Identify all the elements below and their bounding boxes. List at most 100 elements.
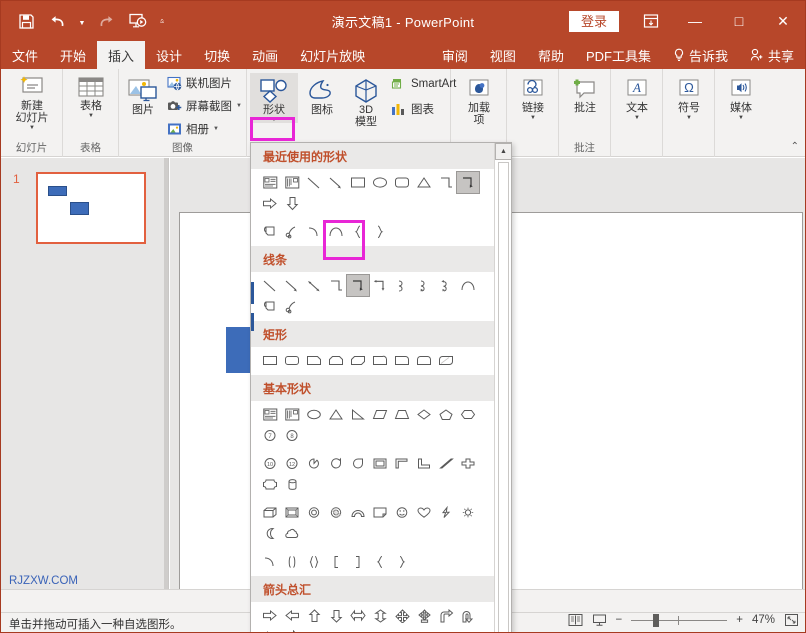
shape-basic-text-box[interactable]	[259, 404, 281, 425]
text-caret[interactable]: ▼	[634, 115, 640, 121]
shape-sun[interactable]	[457, 502, 479, 523]
shape-rounded-rect[interactable]	[281, 350, 303, 371]
shape-left-up-arrow[interactable]	[259, 626, 281, 633]
tab-pdf-tools[interactable]: PDF工具集	[575, 41, 662, 69]
symbol-caret[interactable]: ▼	[686, 115, 692, 121]
shape-trapezoid[interactable]	[391, 404, 413, 425]
screenshot-button[interactable]: 屏幕截图 ▼	[167, 98, 242, 114]
tab-transitions[interactable]: 切换	[193, 41, 241, 69]
minimize-button[interactable]: —	[673, 1, 717, 41]
symbol-button[interactable]: Ω 符号 ▼	[663, 73, 715, 121]
tab-review[interactable]: 审阅	[431, 41, 479, 69]
shape-dodecagon[interactable]: 12	[281, 453, 303, 474]
undo-dropdown-caret[interactable]: ▼	[75, 6, 89, 36]
tab-design[interactable]: 设计	[145, 41, 193, 69]
shape-rounded-rectangle[interactable]	[391, 172, 413, 193]
customize-qat-icon[interactable]: ⩯	[155, 6, 169, 36]
shape-line-double-arrow[interactable]	[303, 275, 325, 296]
shape-left-bracket[interactable]	[325, 551, 347, 572]
thumbnail-scrollbar[interactable]	[164, 158, 168, 589]
chart-button[interactable]: 图表	[391, 101, 434, 117]
shape-donut[interactable]	[303, 502, 325, 523]
shape-parallelogram[interactable]	[369, 404, 391, 425]
table-button[interactable]: 表格 ▼	[63, 71, 119, 119]
shape-line[interactable]	[303, 172, 325, 193]
shape-hexagon[interactable]	[457, 404, 479, 425]
shape-bent-up-arrow[interactable]	[281, 626, 303, 633]
table-caret[interactable]: ▼	[88, 113, 94, 119]
shape-cross[interactable]	[457, 453, 479, 474]
tab-animations[interactable]: 动画	[241, 41, 289, 69]
new-slide-caret[interactable]: ▼	[29, 125, 35, 131]
shape-arrow-right[interactable]	[259, 605, 281, 626]
shape-round-brackets[interactable]	[281, 551, 303, 572]
tell-me-box[interactable]: 告诉我	[662, 41, 739, 69]
shape-lightning-bolt[interactable]	[435, 502, 457, 523]
shape-up-down-arrow[interactable]	[369, 605, 391, 626]
photo-album-caret[interactable]: ▼	[213, 126, 219, 132]
picture-button[interactable]: 图片	[121, 73, 165, 116]
tab-home[interactable]: 开始	[49, 41, 97, 69]
zoom-slider-knob[interactable]	[653, 614, 659, 627]
shape-curved-double-arrow-connector[interactable]	[435, 275, 457, 296]
shapes-button[interactable]: 形状 ▼	[250, 73, 298, 123]
shape-frame[interactable]	[369, 453, 391, 474]
media-caret[interactable]: ▼	[738, 115, 744, 121]
zoom-level-label[interactable]: 47%	[752, 614, 775, 626]
shape-right-triangle[interactable]	[347, 404, 369, 425]
shape-bent-arrow[interactable]	[435, 605, 457, 626]
shape-round-same-side-corner-rect[interactable]	[413, 350, 435, 371]
shape-line-single-arrow[interactable]	[281, 275, 303, 296]
shape-folded-corner[interactable]	[369, 502, 391, 523]
shape-teardrop[interactable]	[347, 453, 369, 474]
shape-rect[interactable]	[259, 350, 281, 371]
shape-elbow-arrow-connector-recent[interactable]	[457, 172, 479, 193]
maximize-button[interactable]: □	[717, 1, 761, 41]
shape-no-symbol[interactable]	[325, 502, 347, 523]
shape-cylinder[interactable]	[281, 474, 303, 495]
smartart-button[interactable]: SmartArt	[391, 77, 456, 91]
scroll-track[interactable]	[498, 162, 509, 633]
shape-u-turn-arrow[interactable]	[457, 605, 479, 626]
shape-down-arrow[interactable]	[281, 193, 303, 214]
shape-arrow-up[interactable]	[303, 605, 325, 626]
shape-right-brace[interactable]	[369, 221, 391, 242]
screenshot-caret[interactable]: ▼	[236, 103, 242, 109]
link-caret[interactable]: ▼	[530, 115, 536, 121]
shape-l-shape[interactable]	[391, 453, 413, 474]
tab-view[interactable]: 视图	[479, 41, 527, 69]
shape-quad-arrow-callout[interactable]	[413, 605, 435, 626]
shape-arc[interactable]	[303, 221, 325, 242]
shape-elbow-double-arrow-connector[interactable]	[369, 275, 391, 296]
shape-snip-diagonal-corner-rect[interactable]	[347, 350, 369, 371]
shape-arc-line[interactable]	[457, 275, 479, 296]
shape-text-box[interactable]	[259, 172, 281, 193]
shape-corner[interactable]	[413, 453, 435, 474]
start-slideshow-icon[interactable]	[123, 6, 153, 36]
shape-bevel[interactable]	[281, 502, 303, 523]
shape-elbow-arrow-connector[interactable]	[347, 275, 369, 296]
ribbon-display-options-icon[interactable]	[629, 1, 673, 41]
shape-round-diagonal-corner-rect[interactable]	[435, 350, 457, 371]
slide-thumbnail-1[interactable]	[36, 172, 146, 244]
shape-basic-triangle[interactable]	[325, 404, 347, 425]
shape-plaque[interactable]	[259, 474, 281, 495]
shape-decagon[interactable]: 10	[259, 453, 281, 474]
shape-smiley-face[interactable]	[391, 502, 413, 523]
zoom-slider[interactable]	[631, 614, 727, 626]
close-button[interactable]: ✕	[761, 1, 805, 41]
shape-line-arrow[interactable]	[325, 172, 347, 193]
shape-block-arc[interactable]	[347, 502, 369, 523]
shape-right-arrow[interactable]	[259, 193, 281, 214]
shape-line-plain[interactable]	[259, 275, 281, 296]
shape-snip-single-corner-rect[interactable]	[303, 350, 325, 371]
scroll-up-arrow-icon[interactable]: ▲	[495, 143, 512, 160]
shape-freeform-line[interactable]	[259, 296, 281, 317]
collapse-ribbon-button[interactable]: ⌃	[791, 141, 799, 152]
shape-chord[interactable]	[325, 453, 347, 474]
shape-elbow-connector[interactable]	[435, 172, 457, 193]
shape-octagon[interactable]: 8	[281, 425, 303, 446]
sign-in-button[interactable]: 登录	[569, 11, 619, 32]
comment-button[interactable]: 批注	[559, 73, 611, 114]
shape-left-right-arrow[interactable]	[347, 605, 369, 626]
